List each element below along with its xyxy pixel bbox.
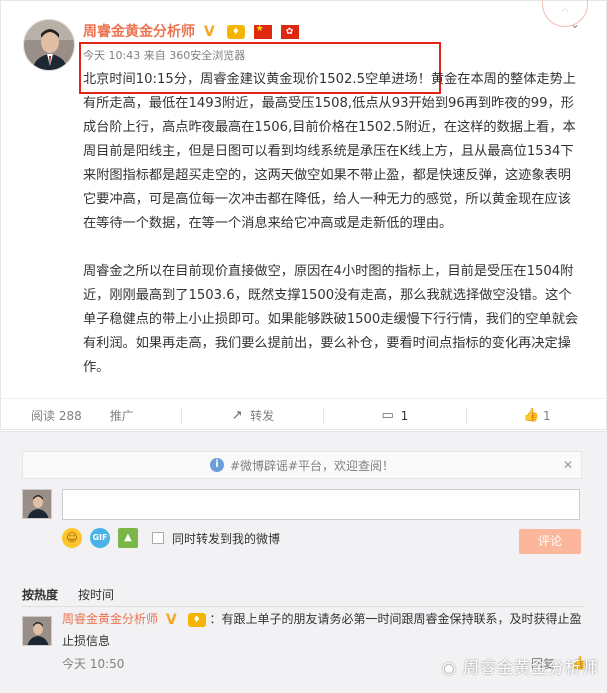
submit-comment-button[interactable]: 评论 <box>519 529 581 554</box>
weibo-logo-icon: ◉ <box>441 658 457 677</box>
read-stats: 阅读 288 推广 <box>1 399 181 432</box>
repost-checkbox-label[interactable]: 同时转发到我的微博 <box>172 530 280 547</box>
comment-time: 今天 10:50 <box>62 657 125 671</box>
current-user-avatar[interactable] <box>22 489 52 519</box>
comment-body: 周睿金黄金分析师 V ♦ ：有跟上单子的朋友请务必第一时间跟周睿金保持联系，及时… <box>62 608 582 652</box>
image-icon[interactable]: ▲ <box>118 528 138 548</box>
notice-text[interactable]: #微博辟谣#平台，欢迎查阅！ <box>230 457 394 474</box>
repost-button[interactable]: ↗ 转发 <box>181 399 323 432</box>
like-button[interactable]: 👍 1 <box>465 399 607 432</box>
repost-label: 转发 <box>250 409 275 423</box>
watermark-text: 周睿金黄金分析师 <box>462 658 599 677</box>
commenter-avatar[interactable] <box>22 616 52 646</box>
read-count: 阅读 288 <box>31 409 82 423</box>
sort-by-hot-tab[interactable]: 按热度 <box>22 586 58 603</box>
vip-badge-icon: ♦ <box>226 25 245 39</box>
verified-v-icon: V <box>203 24 215 40</box>
post-paragraph: 周睿金之所以在目前现价直接做空，原因在4小时图的指标上，目前是受压在1504附近… <box>83 264 579 375</box>
weibo-post-card: 周睿金黄金分析师 V ♦ ✿ ◠ ⌄ 今天 10:43 来自 360安全浏览器 … <box>0 0 607 438</box>
comment-tools: ☺ GIF ▲ 同时转发到我的微博 <box>62 528 280 548</box>
post-content: 北京时间10:15分，周睿金建议黄金现价1502.5空单进场！黄金在本周的整体走… <box>83 68 583 380</box>
comment-count: 1 <box>400 408 409 423</box>
sort-by-time-tab[interactable]: 按时间 <box>78 586 114 603</box>
repost-icon: ↗ <box>231 407 243 423</box>
comment-input[interactable] <box>62 489 580 520</box>
gif-icon[interactable]: GIF <box>90 528 110 548</box>
chevron-down-icon[interactable]: ⌄ <box>568 17 582 31</box>
comment-button[interactable]: ▭ 1 <box>323 399 465 438</box>
rumor-notice-banner: i #微博辟谣#平台，欢迎查阅！ ✕ <box>22 451 582 479</box>
thumbs-up-icon: 👍 <box>523 407 540 423</box>
vip-badge-icon: ♦ <box>187 612 206 627</box>
emoji-icon[interactable]: ☺ <box>62 528 82 548</box>
post-action-bar: 阅读 288 推广 ↗ 转发 ▭ 1 👍 1 <box>1 398 607 438</box>
commenter-name[interactable]: 周睿金黄金分析师 <box>62 612 158 626</box>
hongkong-flag-icon: ✿ <box>280 25 299 39</box>
close-icon[interactable]: ✕ <box>563 458 573 472</box>
post-paragraph: 北京时间10:15分，周睿金建议黄金现价1502.5空单进场！黄金在本周的整体走… <box>83 72 576 231</box>
author-name-text[interactable]: 周睿金黄金分析师 <box>83 24 195 40</box>
repost-checkbox[interactable] <box>152 532 164 544</box>
info-icon: i <box>209 458 224 472</box>
like-count: 1 <box>543 408 551 423</box>
author-name[interactable]: 周睿金黄金分析师 V ♦ ✿ <box>83 21 299 41</box>
china-flag-icon <box>253 24 272 39</box>
promote-link[interactable]: 推广 <box>110 407 134 424</box>
verified-v-icon: V <box>165 611 177 628</box>
author-avatar[interactable] <box>23 19 75 71</box>
comment-section: i #微博辟谣#平台，欢迎查阅！ ✕ ☺ GIF ▲ 同时转发到我的微博 评论 … <box>0 431 607 693</box>
comment-icon: ▭ <box>381 407 394 423</box>
watermark: ◉ 周睿金黄金分析师 <box>442 654 599 678</box>
comment-sort-bar: 按热度 按时间 <box>22 583 585 607</box>
